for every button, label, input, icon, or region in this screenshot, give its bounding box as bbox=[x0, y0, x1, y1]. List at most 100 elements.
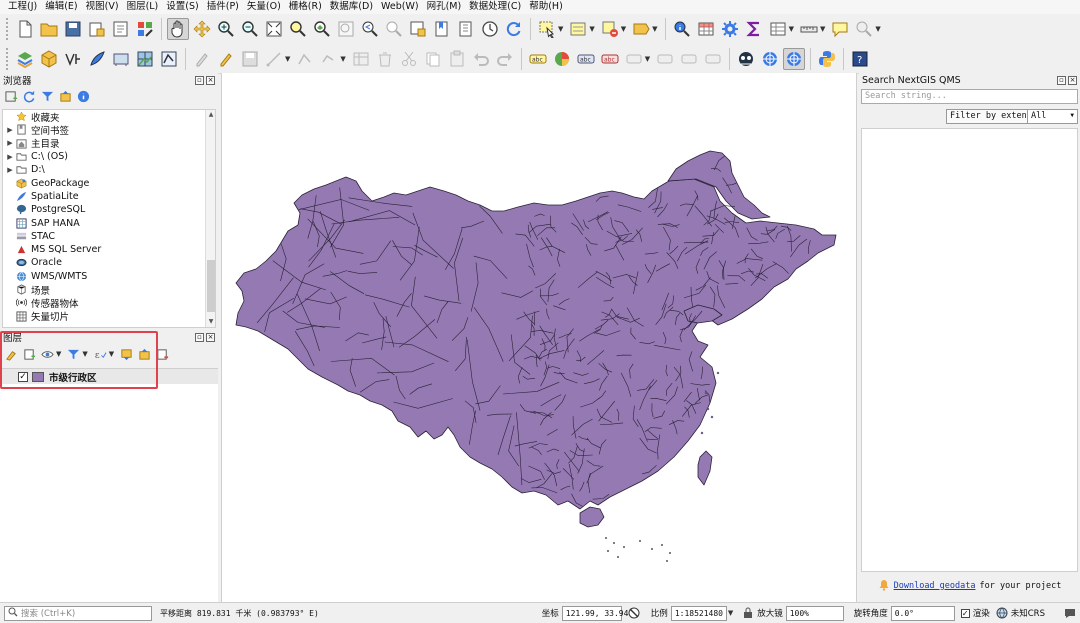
map-canvas[interactable] bbox=[221, 73, 857, 602]
layer-styling-icon[interactable] bbox=[4, 347, 19, 362]
redo-icon[interactable] bbox=[494, 48, 516, 70]
properties-info-icon[interactable] bbox=[76, 89, 91, 104]
add-group-icon[interactable] bbox=[22, 347, 37, 362]
download-geodata-link[interactable]: Download geodata bbox=[894, 581, 976, 591]
measure-line-icon[interactable] bbox=[798, 18, 820, 40]
layer-row[interactable]: ✓ 市级行政区 bbox=[0, 369, 218, 384]
layer-symbol-swatch[interactable] bbox=[32, 371, 44, 382]
add-vector-layer-icon[interactable] bbox=[158, 48, 180, 70]
save-edits-icon[interactable] bbox=[239, 48, 261, 70]
menu-layer[interactable]: 图层(L) bbox=[123, 0, 163, 14]
layer-visibility-checkbox[interactable]: ✓ bbox=[18, 371, 28, 382]
delete-selected-icon[interactable] bbox=[374, 48, 396, 70]
remove-layer-icon[interactable] bbox=[155, 347, 170, 362]
new-geopackage-layer-icon[interactable] bbox=[38, 48, 60, 70]
scroll-up-arrow[interactable]: ▲ bbox=[206, 110, 215, 120]
expand-arrow-icon[interactable]: ▶ bbox=[5, 166, 15, 174]
locate-icon[interactable] bbox=[853, 18, 875, 40]
messages-icon[interactable] bbox=[1063, 607, 1076, 620]
locator-search-bar[interactable]: 搜索 (Ctrl+K) bbox=[4, 605, 152, 621]
menu-settings[interactable]: 设置(S) bbox=[162, 0, 202, 14]
crs-globe-icon[interactable] bbox=[996, 607, 1009, 620]
menu-plugins[interactable]: 插件(P) bbox=[203, 0, 243, 14]
expand-arrow-icon[interactable]: ▶ bbox=[5, 126, 15, 134]
collapse-all-icon[interactable] bbox=[58, 89, 73, 104]
float-panel-icon[interactable]: ▫ bbox=[195, 332, 204, 342]
label-properties-icon[interactable] bbox=[702, 48, 724, 70]
collapse-all-layers-icon[interactable] bbox=[137, 347, 152, 362]
copy-features-icon[interactable] bbox=[422, 48, 444, 70]
browser-tree[interactable]: 收藏夹 ▶ 空间书签 ▶ 主目录 ▶ C:\ (OS) ▶ D:\ GeoPackage Spati… bbox=[2, 109, 216, 328]
undo-icon[interactable] bbox=[470, 48, 492, 70]
python-console-icon[interactable] bbox=[816, 48, 838, 70]
attribute-table-icon[interactable] bbox=[695, 18, 717, 40]
qms-search-icon[interactable] bbox=[783, 47, 806, 70]
zoom-layer-icon[interactable] bbox=[311, 18, 333, 40]
menu-vector[interactable]: 矢量(O) bbox=[243, 0, 285, 14]
scroll-thumb[interactable] bbox=[207, 260, 215, 312]
pin-labels-icon[interactable]: abc bbox=[575, 48, 597, 70]
magnifier-field[interactable]: 100% bbox=[785, 605, 844, 621]
processing-toolbox-icon[interactable] bbox=[719, 18, 741, 40]
scale-field[interactable]: 1:18521480 bbox=[670, 605, 727, 621]
paste-features-icon[interactable] bbox=[446, 48, 468, 70]
menu-raster[interactable]: 栅格(R) bbox=[285, 0, 326, 14]
cut-features-icon[interactable] bbox=[398, 48, 420, 70]
browser-tree-item[interactable]: 收藏夹 bbox=[3, 110, 215, 124]
rotate-label-icon[interactable] bbox=[654, 48, 676, 70]
zoom-full-icon[interactable] bbox=[263, 18, 285, 40]
zoom-last-icon[interactable] bbox=[359, 18, 381, 40]
zoom-selection-icon[interactable] bbox=[287, 18, 309, 40]
zoom-out-icon[interactable] bbox=[239, 18, 261, 40]
menu-mesh[interactable]: 网孔(M) bbox=[423, 0, 466, 14]
browser-tree-item[interactable]: SAP HANA bbox=[3, 216, 215, 229]
edit-table-icon[interactable] bbox=[350, 48, 372, 70]
help-icon[interactable]: ? bbox=[849, 48, 871, 70]
zoom-native-icon[interactable] bbox=[335, 18, 357, 40]
temporal-controller-icon[interactable] bbox=[479, 18, 501, 40]
label-toolbar-icon[interactable]: abc bbox=[527, 48, 549, 70]
new-map-view-icon[interactable] bbox=[407, 18, 429, 40]
expand-arrow-icon[interactable]: ▶ bbox=[5, 153, 15, 161]
browser-tree-item[interactable]: ▶ C:\ (OS) bbox=[3, 150, 215, 163]
change-label-icon[interactable] bbox=[678, 48, 700, 70]
open-project-icon[interactable] bbox=[38, 18, 60, 40]
select-by-location-icon[interactable] bbox=[630, 18, 652, 40]
new-virtual-layer-icon[interactable] bbox=[110, 48, 132, 70]
browser-tree-item[interactable]: Oracle bbox=[3, 256, 215, 269]
toggle-editing-icon[interactable] bbox=[215, 48, 237, 70]
manage-visibility-icon[interactable] bbox=[40, 347, 55, 362]
filter-legend-icon[interactable] bbox=[66, 347, 81, 362]
filter-browser-icon[interactable] bbox=[40, 89, 55, 104]
crs-label[interactable]: 未知CRS bbox=[1011, 607, 1045, 619]
expand-arrow-icon[interactable]: ▶ bbox=[5, 139, 15, 147]
menu-edit[interactable]: 编辑(E) bbox=[41, 0, 81, 14]
menu-processing[interactable]: 数据处理(C) bbox=[465, 0, 525, 14]
browser-tree-item[interactable]: 场景 bbox=[3, 283, 215, 297]
lock-scale-icon[interactable] bbox=[741, 607, 754, 620]
vertex-tool-icon[interactable] bbox=[294, 48, 316, 70]
pan-to-selection-icon[interactable] bbox=[191, 18, 213, 40]
map-tips-icon[interactable] bbox=[829, 18, 851, 40]
open-table-icon[interactable] bbox=[767, 18, 789, 40]
show-bookmarks-icon[interactable] bbox=[455, 18, 477, 40]
qms-settings-icon[interactable] bbox=[759, 48, 781, 70]
browser-tree-item[interactable]: GeoPackage bbox=[3, 176, 215, 189]
current-edits-icon[interactable] bbox=[191, 48, 213, 70]
close-panel-icon[interactable]: × bbox=[206, 332, 215, 342]
data-source-manager-icon[interactable] bbox=[14, 48, 36, 70]
new-bookmark-icon[interactable] bbox=[431, 18, 453, 40]
select-by-value-icon[interactable] bbox=[567, 18, 589, 40]
scroll-down-arrow[interactable]: ▼ bbox=[206, 317, 215, 327]
browser-tree-item[interactable]: ▶ D:\ bbox=[3, 163, 215, 176]
float-panel-icon[interactable]: ▫ bbox=[1057, 75, 1066, 85]
add-selected-layers-icon[interactable] bbox=[4, 89, 19, 104]
coordinate-field[interactable]: 121.99, 33.94 bbox=[561, 605, 628, 621]
layer-name[interactable]: 市级行政区 bbox=[49, 370, 97, 384]
qms-filter-select[interactable]: All bbox=[1027, 109, 1078, 124]
browser-tree-item[interactable]: PostgreSQL bbox=[3, 203, 215, 216]
quickmapservices-icon[interactable] bbox=[735, 48, 757, 70]
browser-tree-item[interactable]: SpatiaLite bbox=[3, 190, 215, 203]
menu-help[interactable]: 帮助(H) bbox=[525, 0, 567, 14]
identify-features-icon[interactable] bbox=[671, 18, 693, 40]
